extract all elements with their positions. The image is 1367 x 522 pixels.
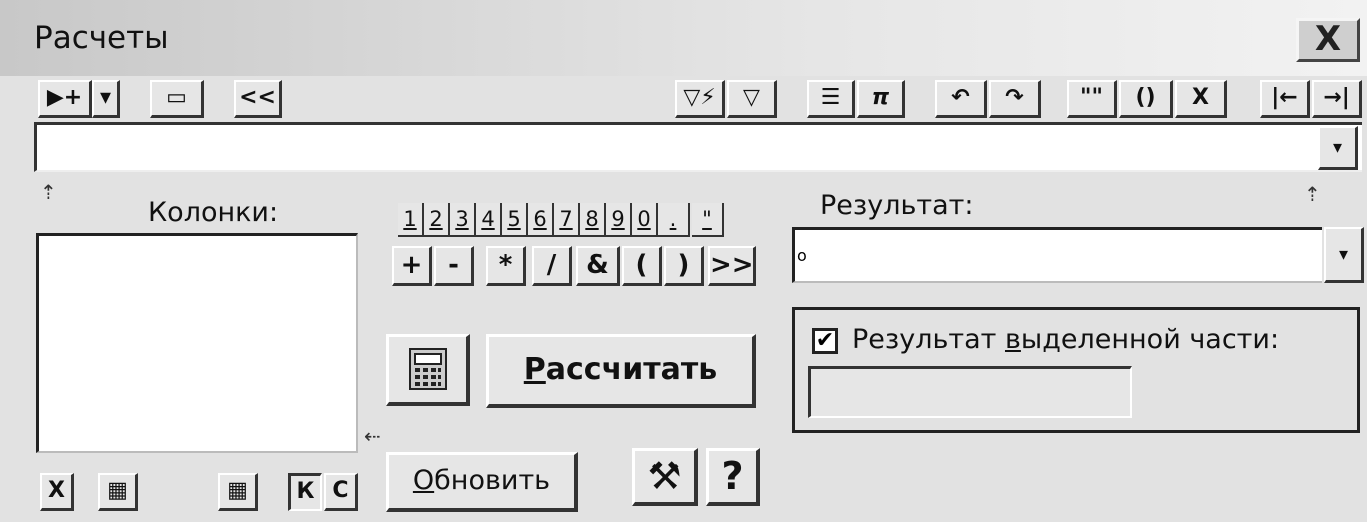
- pointer-dropdown-icon[interactable]: ▾: [92, 80, 120, 118]
- title-bar: Расчеты X: [0, 0, 1367, 76]
- result-label: Результат:: [820, 190, 974, 221]
- quote-button[interactable]: "": [1067, 80, 1117, 118]
- quote-mark-button[interactable]: ": [692, 203, 724, 237]
- back-button[interactable]: <<: [234, 80, 282, 118]
- grid-dots-icon[interactable]: ▦: [218, 473, 258, 511]
- digit-4-button[interactable]: 4: [476, 203, 502, 237]
- close-button[interactable]: X: [1296, 18, 1360, 62]
- window-title: Расчеты: [34, 20, 169, 56]
- result-indicator: o: [797, 246, 807, 265]
- calculate-mnemonic: Р: [523, 352, 546, 387]
- append-button[interactable]: >>: [708, 246, 756, 286]
- selection-result-label: Результат выделенной части:: [852, 324, 1280, 355]
- selection-result-field: [808, 366, 1132, 418]
- digit-9-button[interactable]: 9: [606, 203, 632, 237]
- expression-dropdown-button[interactable]: ▾: [1318, 126, 1358, 170]
- pi-icon[interactable]: π: [857, 80, 905, 118]
- calculate-label: ассчитать: [545, 352, 718, 387]
- calculate-button[interactable]: Рассчитать: [486, 334, 756, 408]
- clear-button[interactable]: X: [1175, 80, 1227, 118]
- result-dropdown-button[interactable]: ▾: [1324, 227, 1364, 283]
- calculator-button[interactable]: [386, 334, 470, 406]
- divide-button[interactable]: /: [532, 246, 572, 286]
- digit-0-button[interactable]: 0: [632, 203, 658, 237]
- multiply-button[interactable]: *: [486, 246, 526, 286]
- digit-1-button[interactable]: 1: [398, 203, 424, 237]
- minus-button[interactable]: -: [434, 246, 474, 286]
- delete-column-button[interactable]: X: [40, 473, 74, 511]
- result-field[interactable]: o: [792, 227, 1322, 283]
- redo-icon[interactable]: ↷: [989, 80, 1041, 118]
- filter-lightning-icon[interactable]: ▽⚡: [675, 80, 725, 118]
- filter-icon[interactable]: ▽: [727, 80, 777, 118]
- digit-6-button[interactable]: 6: [528, 203, 554, 237]
- field-icon[interactable]: ▭: [150, 80, 204, 118]
- digit-7-button[interactable]: 7: [554, 203, 580, 237]
- close-paren-button[interactable]: ): [664, 246, 704, 286]
- decimal-point-button[interactable]: .: [658, 203, 690, 237]
- help-icon[interactable]: ?: [706, 448, 760, 506]
- splitter-arrow-icon: ⇠: [364, 424, 381, 448]
- digit-3-button[interactable]: 3: [450, 203, 476, 237]
- digit-5-button[interactable]: 5: [502, 203, 528, 237]
- digit-2-button[interactable]: 2: [424, 203, 450, 237]
- c-toggle-button[interactable]: С: [324, 473, 358, 511]
- end-icon[interactable]: →|: [1312, 80, 1362, 118]
- update-label: бновить: [434, 465, 551, 496]
- update-button[interactable]: Обновить: [386, 452, 578, 512]
- resize-arrow-icon: ⇡: [40, 180, 57, 204]
- home-icon[interactable]: |←: [1260, 80, 1310, 118]
- expand-arrow-icon: ⇡: [1304, 182, 1321, 206]
- tools-icon[interactable]: ⚒: [632, 448, 698, 506]
- selection-checkbox[interactable]: ✔: [812, 328, 838, 354]
- calculation-window: Расчеты X ▶+ ▾ ▭ << ▽⚡ ▽ ☰ π ↶ ↷ "" () X…: [0, 0, 1367, 522]
- grid-icon[interactable]: ▦: [98, 473, 138, 511]
- expression-input[interactable]: [34, 122, 1362, 172]
- calculator-icon: [408, 348, 447, 390]
- list-icon[interactable]: ☰: [807, 80, 855, 118]
- pointer-add-icon[interactable]: ▶+: [38, 80, 92, 118]
- digit-8-button[interactable]: 8: [580, 203, 606, 237]
- plus-button[interactable]: +: [392, 246, 432, 286]
- parens-button[interactable]: (): [1119, 80, 1173, 118]
- ampersand-button[interactable]: &: [576, 246, 620, 286]
- update-mnemonic: О: [412, 465, 435, 496]
- open-paren-button[interactable]: (: [622, 246, 662, 286]
- undo-icon[interactable]: ↶: [935, 80, 987, 118]
- columns-label: Колонки:: [148, 197, 279, 228]
- k-toggle-button[interactable]: К: [288, 473, 322, 511]
- columns-list[interactable]: [36, 233, 358, 453]
